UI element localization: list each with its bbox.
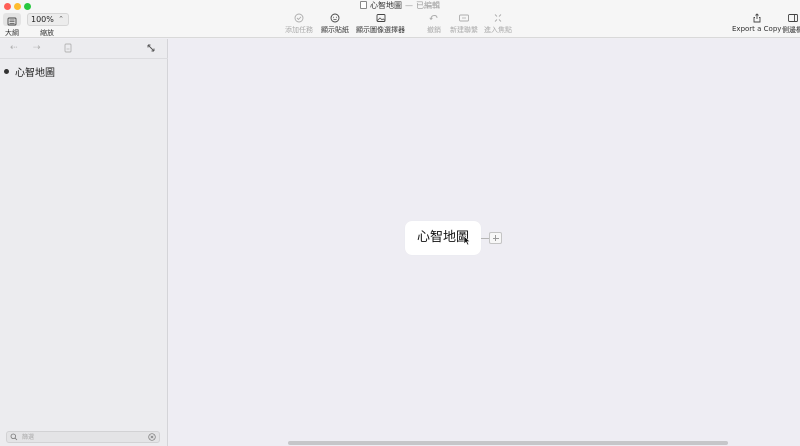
sidebar-label: 大綱 xyxy=(5,29,19,37)
image-icon xyxy=(376,14,385,22)
new-relation-button[interactable]: 新建聯繫 xyxy=(450,13,478,35)
focus-mode-button[interactable]: 進入焦點 xyxy=(484,13,512,35)
undo-button[interactable]: 撤銷 xyxy=(427,13,441,35)
document-title[interactable]: 心智地圖 xyxy=(370,1,402,10)
clear-search-icon[interactable] xyxy=(148,433,156,441)
document-icon xyxy=(360,1,367,9)
mouse-cursor-icon xyxy=(463,235,471,246)
note-icon[interactable] xyxy=(64,43,72,56)
bullet-icon xyxy=(4,69,9,74)
mind-map-canvas[interactable]: 心智地圖 xyxy=(169,39,800,446)
relation-icon xyxy=(459,14,469,22)
expand-icon[interactable] xyxy=(146,43,156,56)
show-sticker-button[interactable]: 顯示貼紙 xyxy=(321,13,349,35)
title-separator: — xyxy=(405,1,413,10)
show-image-picker-button[interactable]: 顯示圖像選擇器 xyxy=(356,13,405,35)
window-title: 心智地圖 — 已編輯 xyxy=(0,1,800,11)
toolbar: 心智地圖 — 已編輯 大綱 100% ⌃ 縮放 添加任務 顯示貼紙 顯示圖像選擇… xyxy=(0,0,800,38)
edit-status: 已編輯 xyxy=(416,1,440,10)
focus-icon xyxy=(494,14,502,22)
filter-search-input[interactable]: 篩選 xyxy=(6,431,160,443)
sidebar-icon xyxy=(7,17,17,26)
undo-arrow-icon xyxy=(429,15,438,21)
right-sidebar-icon xyxy=(787,14,798,22)
indent-arrow-icon[interactable]: ⇢ xyxy=(33,43,41,53)
chevron-updown-icon: ⌃ xyxy=(58,15,64,23)
share-icon xyxy=(753,13,761,23)
zoom-select[interactable]: 100% ⌃ xyxy=(27,13,69,26)
horizontal-scrollbar[interactable] xyxy=(288,441,728,445)
smiley-icon xyxy=(330,13,340,23)
sidebar-toolbar: ⇠ ⇢ xyxy=(0,39,168,59)
right-sidebar-button[interactable]: 側邊欄 xyxy=(782,13,800,35)
zoom-label: 縮放 xyxy=(40,29,54,37)
search-placeholder: 篩選 xyxy=(22,434,35,441)
search-icon xyxy=(10,433,18,441)
checkmark-circle-icon xyxy=(294,13,304,23)
outline-item-root[interactable]: 心智地圖 xyxy=(4,64,55,79)
app-window: 心智地圖 — 已編輯 大綱 100% ⌃ 縮放 添加任務 顯示貼紙 顯示圖像選擇… xyxy=(0,0,800,446)
export-copy-button[interactable]: Export a Copy xyxy=(732,13,781,33)
outline-sidebar: ⇠ ⇢ 心智地圖 篩選 xyxy=(0,39,168,446)
toggle-sidebar-button[interactable] xyxy=(3,13,21,26)
connector-line xyxy=(481,238,489,239)
outdent-arrow-icon[interactable]: ⇠ xyxy=(10,43,18,53)
zoom-value: 100% xyxy=(31,15,54,24)
add-task-button[interactable]: 添加任務 xyxy=(285,13,313,35)
add-child-topic-button[interactable] xyxy=(489,232,502,244)
outline-item-label: 心智地圖 xyxy=(15,68,55,79)
